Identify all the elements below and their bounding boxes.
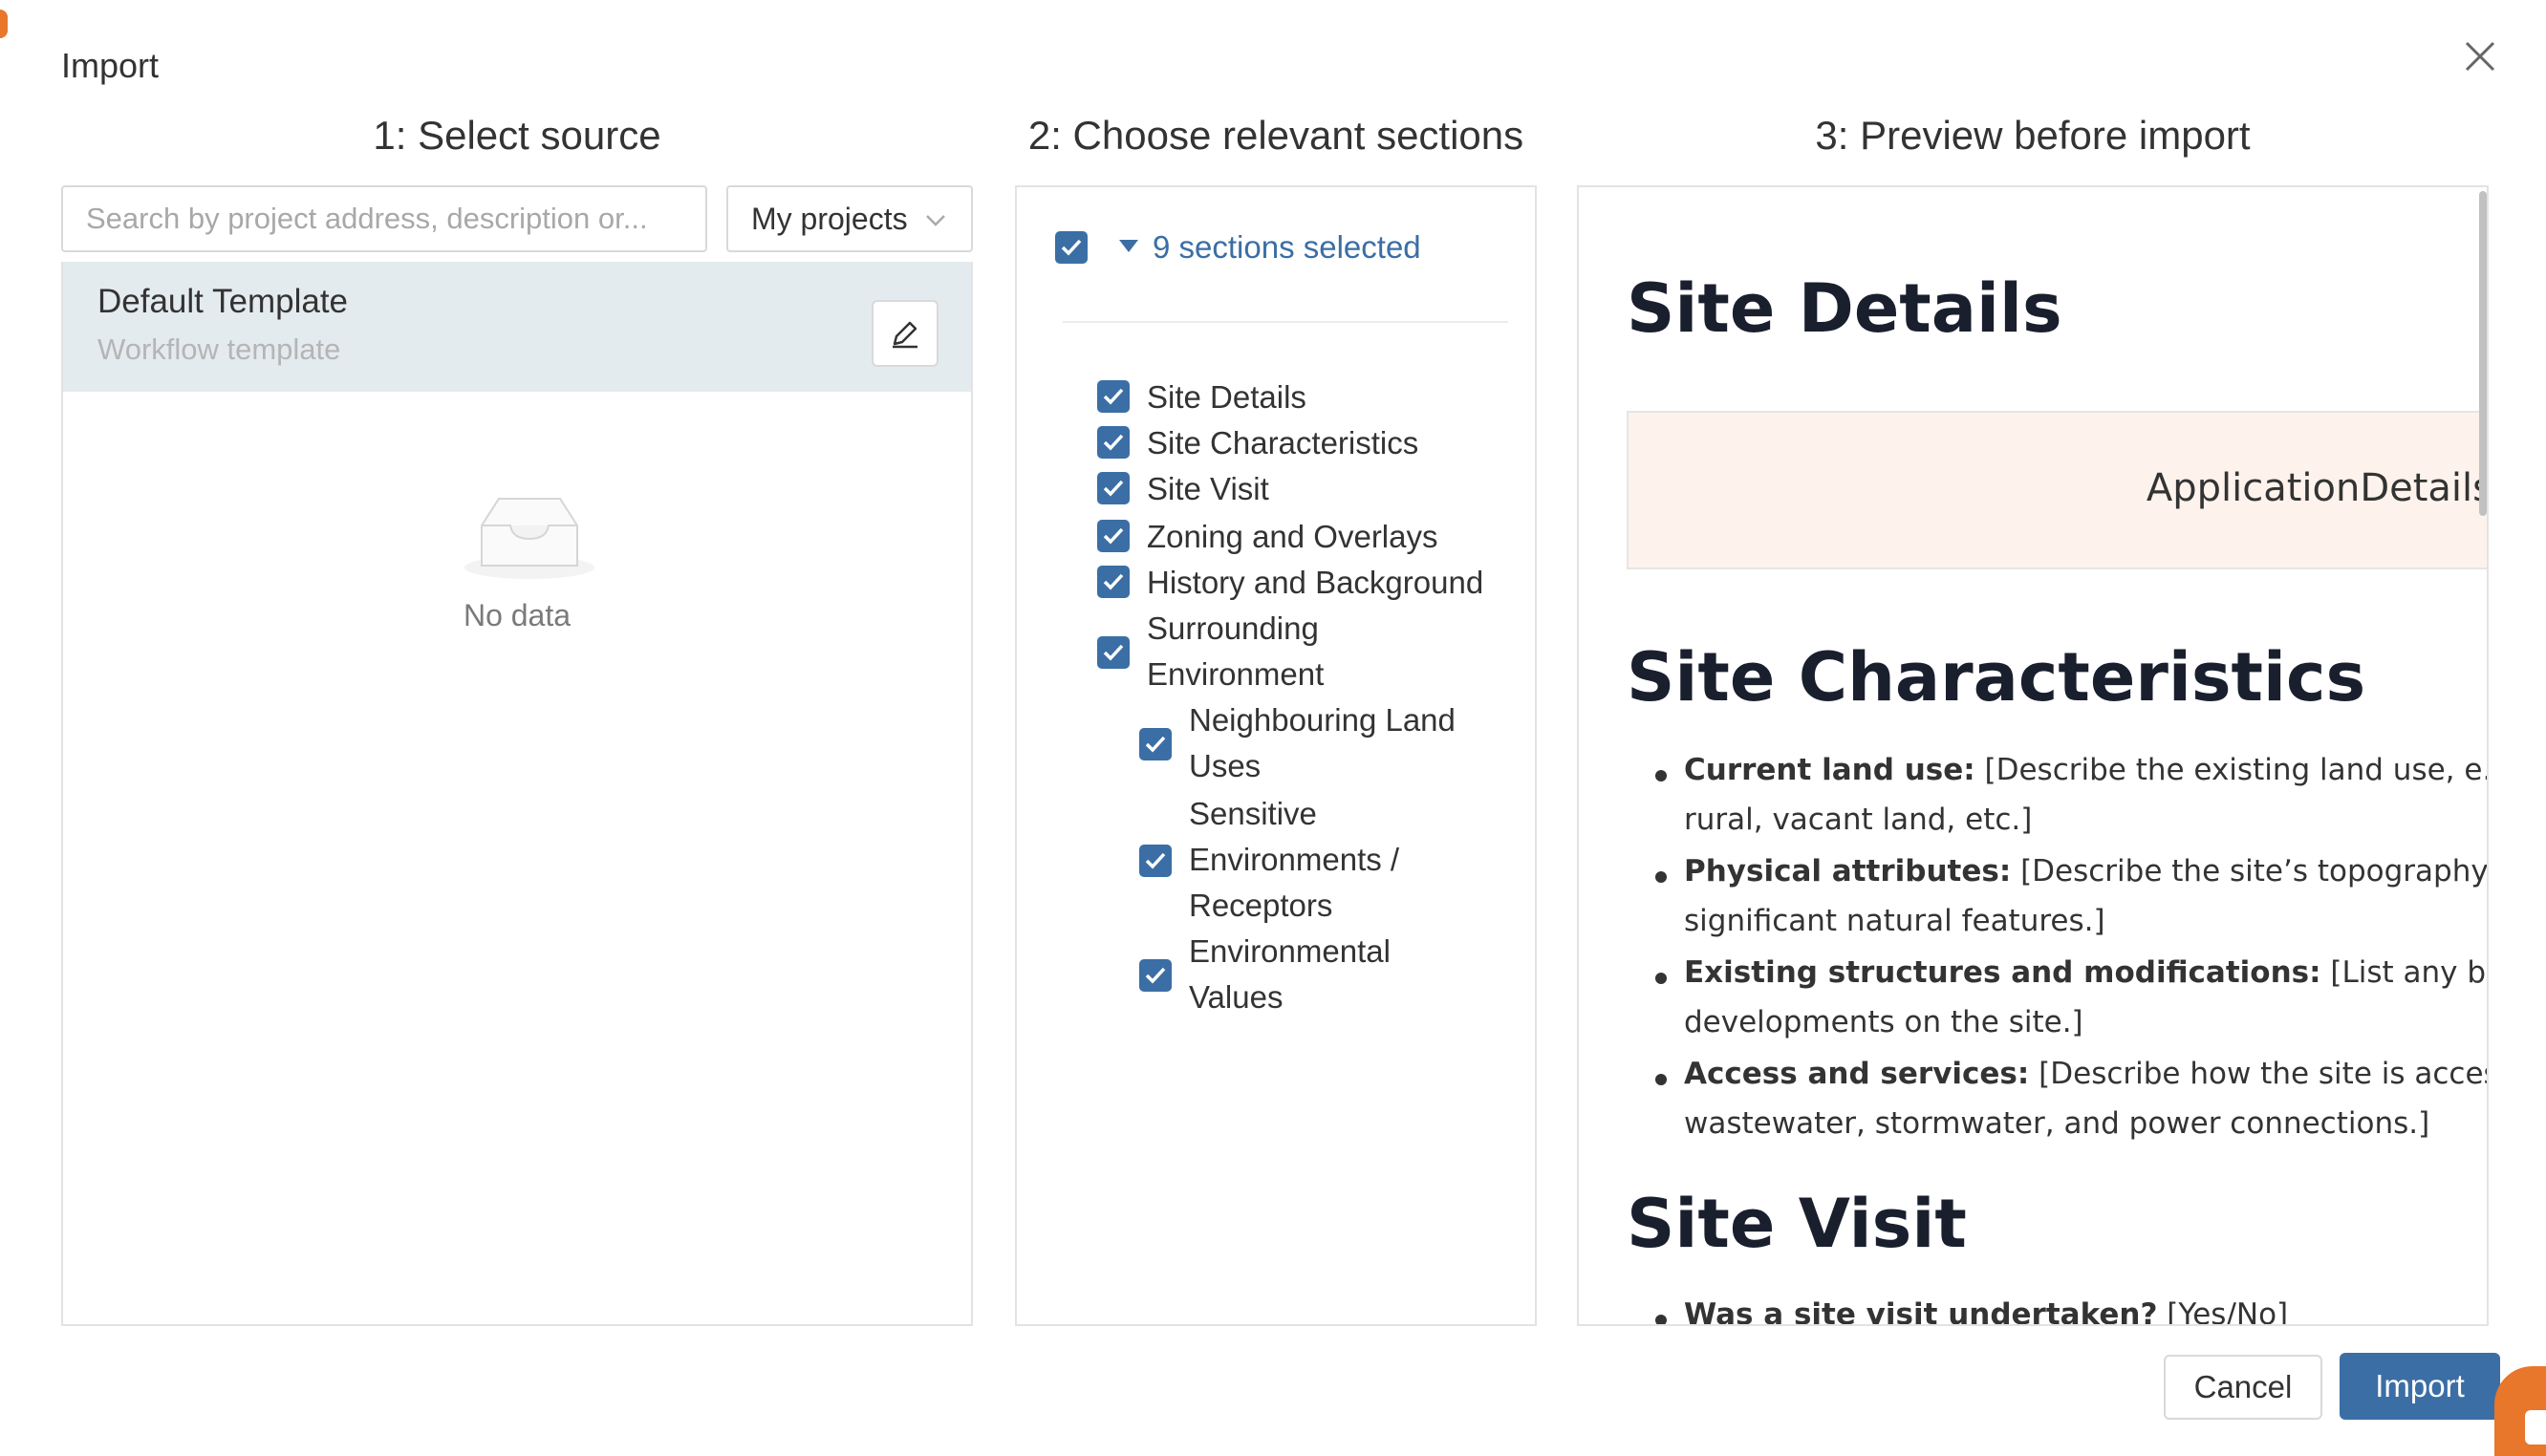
modal-title: Import	[61, 46, 160, 85]
chevron-down-icon	[926, 215, 945, 226]
select-source-heading: 1: Select source	[373, 113, 661, 158]
application-details-text: ApplicationDetails	[2146, 466, 2489, 510]
edit-template-button[interactable]	[872, 300, 939, 367]
application-details-block: ApplicationDetails	[1627, 411, 2487, 569]
select-all-checkbox[interactable]	[1055, 231, 1088, 264]
choose-sections-heading: 2: Choose relevant sections	[1027, 113, 1524, 158]
preview-heading-site-details: Site Details	[1627, 269, 2062, 348]
bullet-continuation: developments on the site.]	[1684, 1005, 2083, 1039]
bullet-continuation: significant natural features.]	[1684, 904, 2105, 938]
bullet-dot	[1655, 1074, 1667, 1085]
bullet-access-and-services: Access and services: [Describe how the s…	[1684, 1049, 2487, 1099]
section-checkbox-site-characteristics[interactable]	[1097, 426, 1130, 459]
list-item-default-template[interactable]: Default Template Workflow template	[63, 262, 971, 392]
project-filter-select[interactable]: My projects	[726, 185, 973, 252]
section-checkbox-sensitive-environments[interactable]	[1139, 845, 1172, 877]
checkmark-icon	[1103, 644, 1124, 661]
section-label: Neighbouring Land Uses	[1189, 702, 1456, 783]
bullet-continuation: wastewater, stormwater, and power connec…	[1684, 1106, 2430, 1141]
checkmark-icon	[1103, 434, 1124, 451]
close-button[interactable]	[2458, 34, 2502, 78]
import-button[interactable]: Import	[2340, 1353, 2500, 1420]
section-checkbox-site-visit[interactable]	[1097, 472, 1130, 504]
section-checkbox-site-details[interactable]	[1097, 380, 1130, 413]
bullet-physical-attributes: Physical attributes: [Describe the site’…	[1684, 846, 2489, 896]
checkmark-icon	[1145, 967, 1166, 984]
bullet-text: [Describe the site’s topography, vegetat…	[2020, 854, 2489, 889]
checkmark-icon	[1145, 736, 1166, 753]
preview-scrollbar[interactable]	[2479, 191, 2487, 1324]
section-checkbox-surrounding-environment[interactable]	[1097, 636, 1130, 669]
sections-selected-toggle[interactable]: 9 sections selected	[1153, 229, 1421, 266]
section-label: Zoning and Overlays	[1147, 519, 1438, 554]
section-label: Surrounding Environment	[1147, 610, 1325, 692]
bullet-label: Physical attributes:	[1684, 854, 2012, 889]
empty-state-text: No data	[463, 598, 572, 632]
section-label: History and Background	[1147, 565, 1484, 600]
bullet-dot	[1655, 770, 1667, 782]
bullet-label: Current land use:	[1684, 753, 1975, 787]
checkmark-icon	[1103, 388, 1124, 405]
chat-icon	[2525, 1410, 2546, 1445]
section-checkbox-zoning-and-overlays[interactable]	[1097, 520, 1130, 552]
pencil-icon	[893, 321, 917, 349]
section-label: Site Characteristics	[1147, 425, 1419, 460]
sections-divider	[1063, 321, 1508, 323]
section-checkbox-neighbouring-land-uses[interactable]	[1139, 728, 1172, 760]
bullet-label: Access and services:	[1684, 1057, 2030, 1091]
section-label: Site Visit	[1147, 471, 1269, 506]
checkmark-icon	[1103, 527, 1124, 545]
bullet-continuation: rural, vacant land, etc.]	[1684, 803, 2033, 837]
bullet-text: [List any buildings or	[2330, 955, 2487, 990]
bullet-dot	[1655, 871, 1667, 883]
bullet-existing-structures: Existing structures and modifications: […	[1684, 948, 2487, 997]
project-filter-value: My projects	[751, 201, 908, 236]
project-search-input[interactable]	[61, 185, 707, 252]
section-label: Sensitive Environments / Receptors	[1189, 796, 1400, 923]
bullet-text: [Describe the existing land use, e.g., r…	[1984, 753, 2488, 787]
checkmark-icon	[1145, 852, 1166, 869]
preview-heading: 3: Preview before import	[1815, 113, 2251, 158]
close-icon	[2465, 41, 2495, 72]
bullet-dot	[1655, 1315, 1667, 1324]
template-subtitle: Workflow template	[97, 332, 341, 366]
cancel-button[interactable]: Cancel	[2164, 1355, 2322, 1420]
preview-heading-site-visit: Site Visit	[1627, 1185, 1967, 1263]
bullet-label: Was a site visit undertaken?	[1684, 1297, 2158, 1326]
section-checkbox-environmental-values[interactable]	[1139, 959, 1172, 992]
section-label: Site Details	[1147, 379, 1306, 415]
caret-down-icon[interactable]	[1118, 239, 1139, 254]
preview-heading-site-characteristics: Site Characteristics	[1627, 638, 2366, 717]
bullet-site-visit: Was a site visit undertaken? [Yes/No]	[1684, 1290, 2289, 1326]
background-app-logo	[0, 10, 8, 38]
checkmark-icon	[1103, 573, 1124, 590]
section-checkbox-history-and-background[interactable]	[1097, 566, 1130, 598]
import-modal: Import 1: Select source 2: Choose releva…	[11, 0, 2546, 1456]
bullet-label: Existing structures and modifications:	[1684, 955, 2321, 990]
section-label: Environmental Values	[1189, 933, 1391, 1015]
chat-widget-button[interactable]	[2494, 1366, 2546, 1456]
bullet-text: [Yes/No]	[2157, 1297, 2289, 1326]
checkmark-icon	[1061, 239, 1082, 256]
checkmark-icon	[1103, 480, 1124, 497]
bullet-text: [Describe how the site is accessed and	[2039, 1057, 2487, 1091]
scrollbar-thumb[interactable]	[2479, 191, 2487, 516]
preview-panel: Site Details ApplicationDetails Site Cha…	[1577, 185, 2489, 1326]
bullet-dot	[1655, 973, 1667, 984]
bullet-current-land-use: Current land use: [Describe the existing…	[1684, 745, 2488, 795]
template-name: Default Template	[97, 283, 349, 320]
background-app-edge	[0, 0, 11, 1456]
empty-inbox-icon	[464, 498, 594, 579]
source-list: Default Template Workflow template No da…	[61, 262, 973, 1326]
